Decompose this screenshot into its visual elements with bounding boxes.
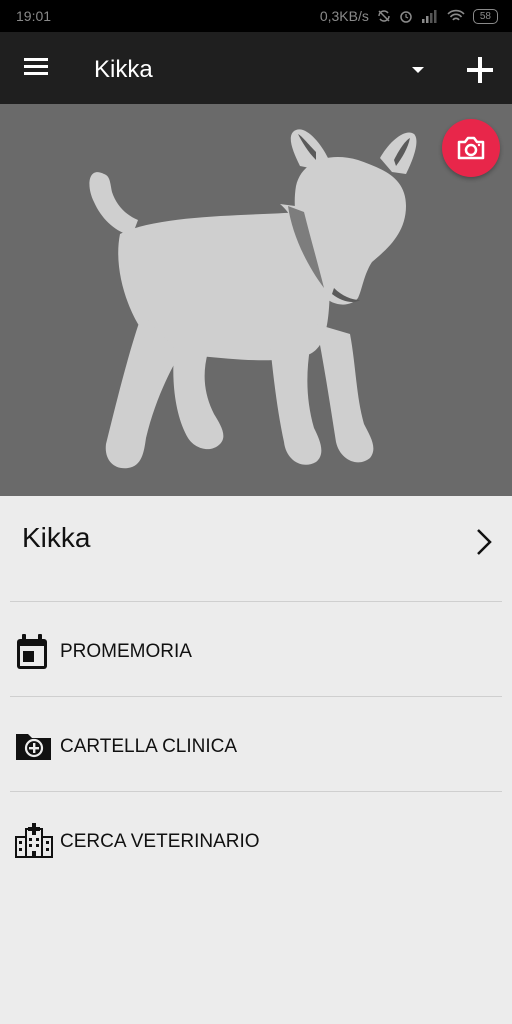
- pet-name: Kikka: [22, 522, 91, 553]
- hospital-icon: [15, 823, 53, 858]
- dog-silhouette: [89, 129, 417, 469]
- alarm-icon: [399, 9, 413, 23]
- pet-profile-row[interactable]: Kikka: [0, 496, 512, 600]
- app-bar: Kikka: [0, 32, 512, 104]
- divider: [10, 791, 502, 792]
- menu-icon[interactable]: [22, 54, 52, 82]
- menu-item-promemoria[interactable]: PROMEMORIA: [0, 603, 512, 698]
- menu-item-cartella-clinica[interactable]: CARTELLA CLINICA: [0, 698, 512, 793]
- status-time: 19:01: [16, 8, 52, 24]
- add-icon[interactable]: [462, 52, 498, 88]
- camera-button[interactable]: [442, 119, 500, 177]
- calendar-icon: [17, 634, 47, 669]
- dropdown-icon[interactable]: [404, 60, 432, 80]
- wifi-icon: [447, 9, 465, 23]
- menu-item-label: CARTELLA CLINICA: [60, 736, 238, 757]
- pet-photo-area: [0, 104, 512, 496]
- medical-folder-icon: [16, 734, 51, 760]
- network-speed: 0,3KB/s: [319, 8, 369, 24]
- app-bar-title[interactable]: Kikka: [94, 56, 153, 84]
- camera-icon: [457, 136, 485, 160]
- divider: [10, 696, 502, 697]
- menu-item-cerca-veterinario[interactable]: CERCA VETERINARIO: [0, 793, 512, 888]
- chevron-right-icon: [477, 529, 492, 555]
- signal-icon: [421, 9, 439, 23]
- menu-item-label: PROMEMORIA: [60, 641, 192, 662]
- battery-icon: 58: [472, 8, 498, 24]
- status-icons: 0,3KB/s 58: [320, 8, 498, 24]
- status-bar: 19:01 0,3KB/s 58: [0, 0, 512, 32]
- sync-off-icon: [377, 9, 391, 23]
- menu-item-label: CERCA VETERINARIO: [60, 831, 260, 852]
- divider: [10, 601, 502, 602]
